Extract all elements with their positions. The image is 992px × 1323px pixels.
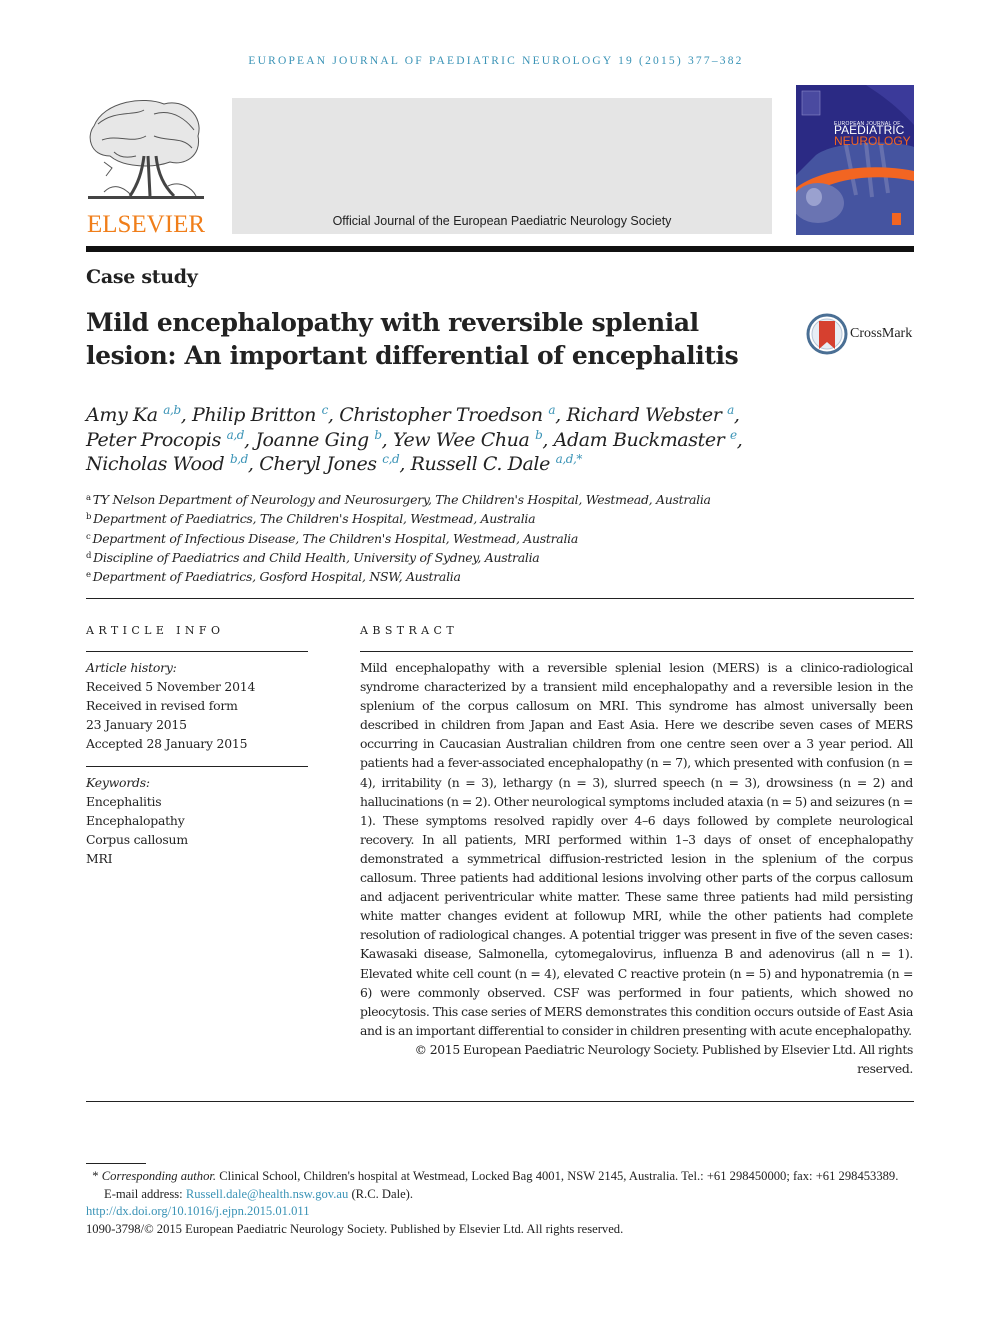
author-name[interactable]: Christopher Troedson [339, 404, 543, 426]
history-item: Accepted 28 January 2015 [86, 736, 248, 752]
keywords-divider [86, 766, 308, 767]
author-name[interactable]: Richard Webster [566, 404, 721, 426]
email-link[interactable]: Russell.dale@health.nsw.gov.au [186, 1187, 348, 1201]
abstract-heading: ABSTRACT [360, 624, 459, 637]
author-line: Peter Procopis a,d, Joanne Ging b, Yew W… [86, 427, 743, 451]
author-list: Amy Ka a,b, Philip Britton c, Christophe… [86, 403, 916, 477]
keyword-item[interactable]: MRI [86, 849, 308, 868]
corresponding-author-note: * Corresponding author. Clinical School,… [86, 1168, 916, 1186]
abstract-divider [360, 651, 913, 652]
author-name[interactable]: Joanne Ging [255, 429, 369, 451]
history-item: Received in revised form [86, 698, 238, 714]
article-title: Mild encephalopathy with reversible sple… [86, 306, 786, 372]
author-affiliation-marker[interactable]: c,d [382, 452, 399, 466]
corresponding-author-label: Corresponding author. [101, 1169, 217, 1183]
abstract-copyright: © 2015 European Paediatric Neurology Soc… [414, 1041, 914, 1076]
affiliation-key: a [86, 493, 91, 503]
article-title-line1: Mild encephalopathy with reversible sple… [86, 308, 699, 337]
article-title-line2: lesion: An important differential of enc… [86, 341, 739, 370]
author-name[interactable]: Nicholas Wood [86, 453, 225, 475]
author-affiliation-marker[interactable]: a,d [227, 428, 245, 442]
email-suffix: (R.C. Dale). [348, 1186, 414, 1201]
crossmark-label: CrossMark [850, 326, 913, 341]
keywords: Keywords: Encephalitis Encephalopathy Co… [86, 773, 308, 868]
affiliation-item: a TY Nelson Department of Neurology and N… [86, 490, 916, 509]
keyword-item[interactable]: Corpus callosum [86, 830, 308, 849]
author-affiliation-marker[interactable]: b,d [230, 452, 248, 466]
author-name[interactable]: Yew Wee Chua [393, 429, 530, 451]
author-affiliation-marker[interactable]: a,d,* [556, 452, 583, 466]
article-history-label: Article history: [86, 660, 177, 675]
author-affiliation-marker[interactable]: c [322, 403, 329, 417]
history-item: Received 5 November 2014 [86, 679, 256, 695]
corresponding-author-text: Clinical School, Children's hospital at … [216, 1169, 899, 1183]
affiliation-text: TY Nelson Department of Neurology and Ne… [92, 492, 711, 507]
keyword-item[interactable]: Encephalitis [86, 792, 308, 811]
affiliation-text: Discipline of Paediatrics and Child Heal… [93, 549, 540, 565]
footnote-marker: * [92, 1169, 99, 1183]
crossmark-icon [806, 313, 848, 355]
author-line: Amy Ka a,b, Philip Britton c, Christophe… [86, 403, 740, 426]
journal-banner: Official Journal of the European Paediat… [232, 98, 772, 234]
affiliation-item: e Department of Paediatrics, Gosford Hosp… [86, 567, 916, 586]
author-name[interactable]: Cheryl Jones [259, 453, 377, 475]
article-info-heading: ARTICLE INFO [86, 624, 225, 637]
running-head: European Journal of Paediatric Neurology… [248, 55, 744, 67]
issn-line: 1090-3798/© 2015 European Paediatric Neu… [86, 1221, 624, 1236]
history-item: 23 January 2015 [86, 717, 187, 733]
author-affiliation-marker[interactable]: e [730, 428, 737, 442]
author-name[interactable]: Peter Procopis [86, 429, 221, 451]
author-name[interactable]: Philip Britton [192, 404, 316, 426]
author-affiliation-marker[interactable]: a [548, 403, 555, 417]
body-divider [86, 1101, 914, 1102]
author-affiliation-marker[interactable]: a,b [163, 403, 181, 417]
author-name[interactable]: Amy Ka [86, 404, 158, 426]
email-label: E-mail address: [104, 1186, 186, 1201]
author-affiliation-marker[interactable]: b [535, 428, 543, 442]
affiliation-key: d [86, 550, 92, 561]
article-history: Article history: Received 5 November 201… [86, 658, 308, 753]
affiliation-key: c [86, 531, 91, 542]
affiliation-key: b [86, 512, 92, 523]
author-name[interactable]: Adam Buckmaster [554, 429, 725, 451]
affiliation-text: Department of Paediatrics, Gosford Hospi… [92, 569, 461, 585]
banner-text: Official Journal of the European Paediat… [332, 214, 672, 228]
publisher-name: ELSEVIER [86, 211, 206, 238]
author-name[interactable]: Russell C. Dale [411, 453, 551, 475]
affiliations-divider [86, 598, 914, 599]
footnote-rule [86, 1163, 146, 1164]
header-divider [86, 246, 914, 252]
affiliation-list: a TY Nelson Department of Neurology and N… [86, 490, 916, 586]
keywords-label: Keywords: [86, 775, 150, 790]
author-affiliation-marker[interactable]: a [727, 403, 734, 417]
author-line: Nicholas Wood b,d, Cheryl Jones c,d, Rus… [86, 452, 583, 475]
email-note: E-mail address: Russell.dale@health.nsw.… [86, 1186, 916, 1204]
affiliation-text: Department of Paediatrics, The Children'… [93, 511, 536, 527]
crossmark-button[interactable]: CrossMark [806, 313, 916, 357]
footnotes: * Corresponding author. Clinical School,… [86, 1168, 916, 1238]
abstract: Mild encephalopathy with a reversible sp… [360, 658, 913, 1078]
article-info-divider [86, 651, 308, 652]
author-affiliation-marker[interactable]: b [374, 428, 382, 442]
article-type: Case study [86, 266, 198, 288]
affiliation-item: c Department of Infectious Disease, The C… [86, 529, 916, 548]
abstract-text: Mild encephalopathy with a reversible sp… [360, 660, 913, 1038]
affiliation-item: d Discipline of Paediatrics and Child Hea… [86, 548, 916, 567]
cover-title-line3: NEUROLOGY [834, 134, 911, 148]
keyword-item[interactable]: Encephalopathy [86, 811, 308, 830]
doi-link[interactable]: http://dx.doi.org/10.1016/j.ejpn.2015.01… [86, 1203, 916, 1221]
affiliation-text: Department of Infectious Disease, The Ch… [92, 530, 578, 546]
journal-cover-image[interactable]: EUROPEAN JOURNAL OF PAEDIATRIC NEUROLOGY [796, 85, 914, 235]
affiliation-key: e [86, 570, 91, 581]
affiliation-item: b Department of Paediatrics, The Children… [86, 509, 916, 528]
